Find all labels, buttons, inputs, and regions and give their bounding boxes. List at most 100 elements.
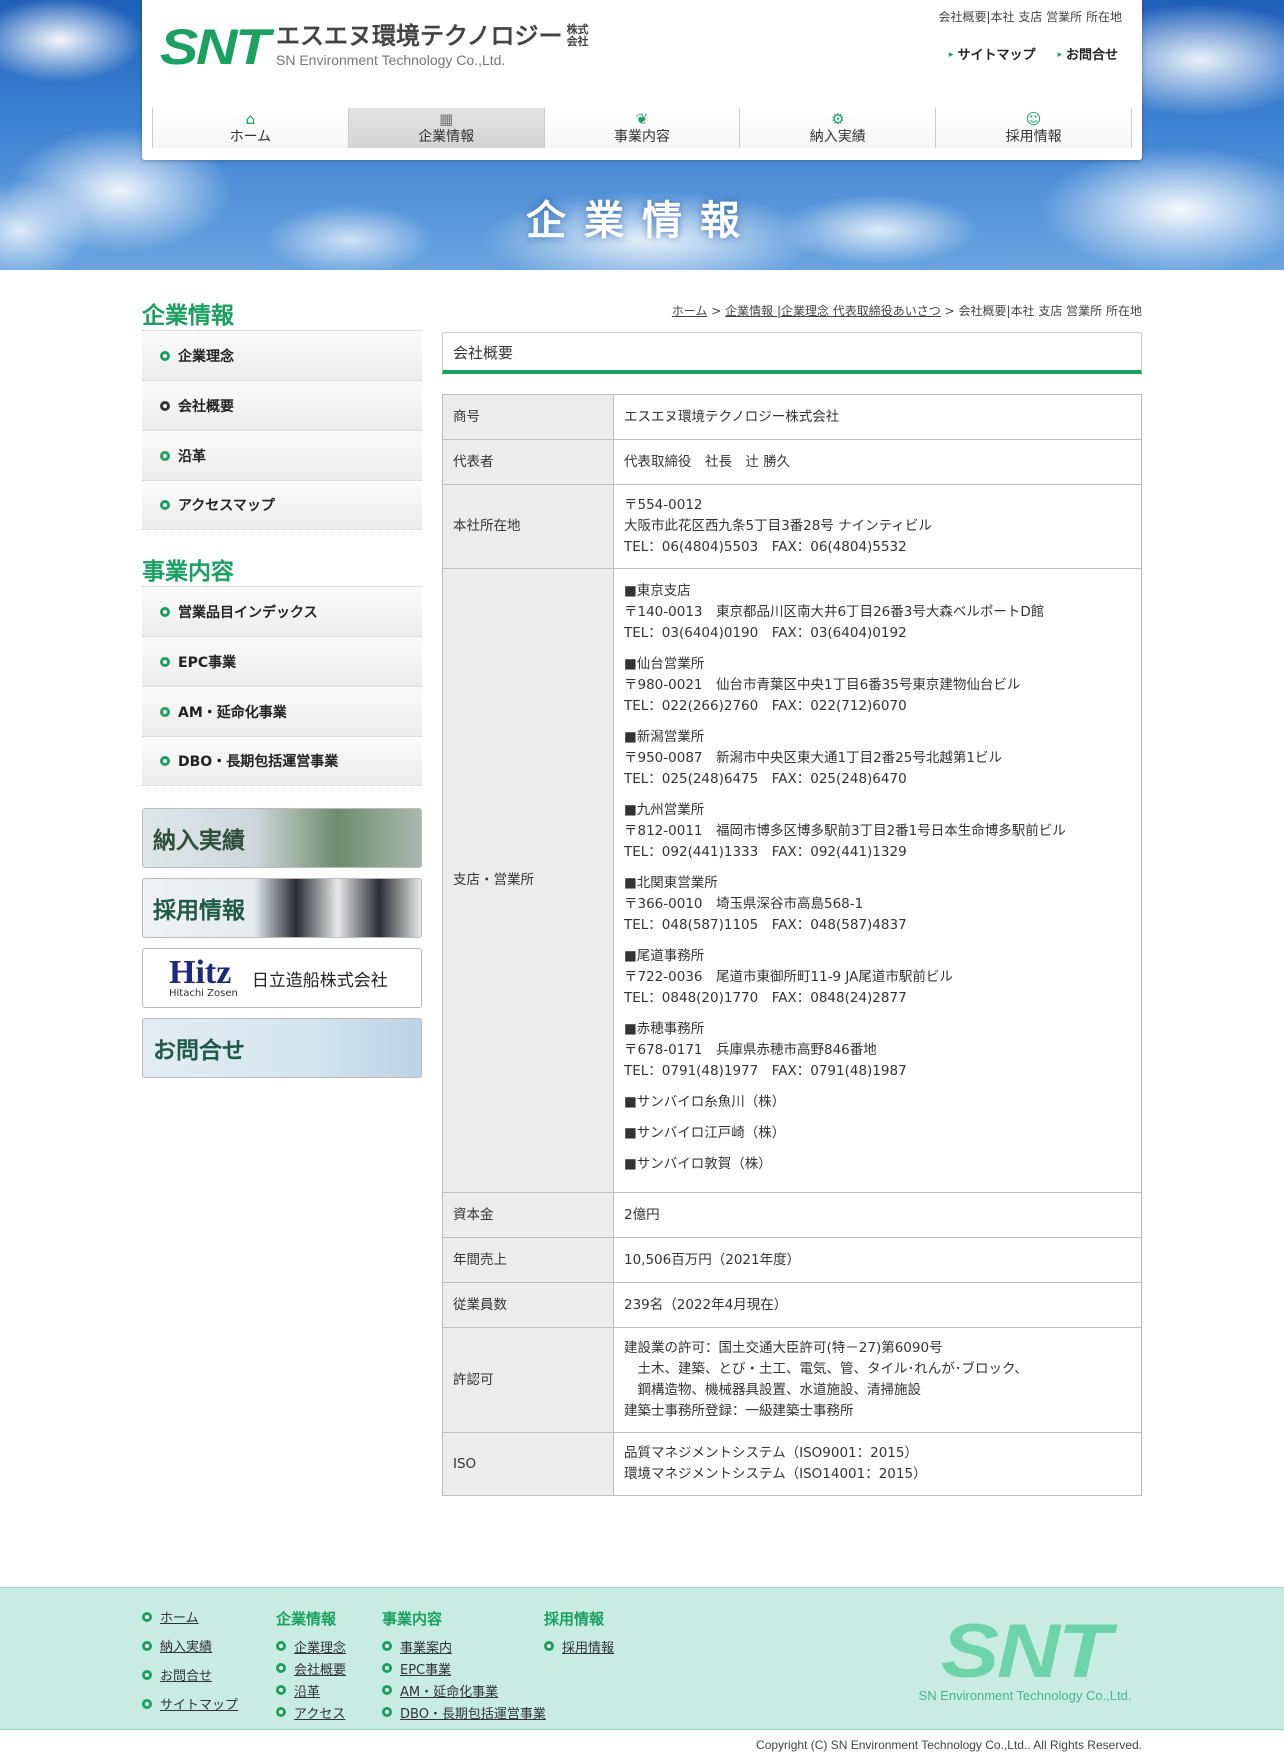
sidebar-item-label: DBO・長期包括運営事業 [178, 754, 339, 770]
footer-link-history[interactable]: 沿革 [294, 1681, 320, 1700]
branch-block: ■赤穂事務所 〒678-0171 兵庫県赤穂市高野846番地 TEL：0791(48… [624, 1019, 1131, 1082]
branch-block: ■尾道事務所 〒722-0036 尾道市東御所町11-9 JA尾道市駅前ビル TEL… [624, 946, 1131, 1009]
gear-icon: ⚙ [831, 110, 845, 128]
bullet-icon [160, 350, 170, 361]
gnav-label: 納入実績 [809, 129, 866, 145]
bullet-icon [142, 1669, 152, 1680]
breadcrumb-separator: > [707, 304, 726, 318]
breadcrumb-company[interactable]: 企業情報 |企業理念 代表取締役あいさつ [725, 304, 941, 318]
license-line: 土木、建築、とび・土工、電気、管、タイル･れんが･ブロック、 [624, 1361, 1028, 1377]
footer-link-dbo[interactable]: DBO・長期包括運営事業 [400, 1703, 546, 1722]
logo-mark: SNT [160, 19, 270, 75]
site-footer: ホーム 納入実績 お問合せ サイトマップ 企業情報 企業理念 会社概要 沿革 ア… [0, 1587, 1284, 1729]
site-logo[interactable]: SNT エスエヌ環境テクノロジー 株式会社 SN Environment Tech… [160, 22, 593, 72]
breadcrumb-separator: > [940, 304, 959, 318]
contact-banner[interactable]: お問合せ [142, 1018, 422, 1078]
branch-address: 〒366-0010 埼玉県深谷市高島568-1 [624, 895, 864, 912]
bullet-icon [160, 756, 170, 766]
footer-col-business: 事業内容 事業案内 EPC事業 AM・延命化事業 DBO・長期包括運営事業 [382, 1608, 546, 1723]
contact-link[interactable]: お問合せ [1057, 44, 1118, 63]
branch-address: 〒950-0087 新潟市中央区東大通1丁目2番25号北越第1ビル [624, 749, 1002, 766]
bullet-icon [382, 1685, 392, 1695]
affiliate-item: ■サンバイロ糸魚川（株） [624, 1093, 786, 1110]
row-value: 品質マネジメントシステム（ISO9001：2015） 環境マネジメントシステム（… [613, 1432, 1142, 1496]
delivery-results-banner[interactable]: 納入実績 [142, 808, 422, 868]
footer-logo[interactable]: SNT SN Environment Technology Co.,Ltd. [908, 1614, 1142, 1704]
hitachi-zosen-banner[interactable]: Hitz Hitachi Zosen 日立造船株式会社 [142, 948, 422, 1008]
row-value: 建設業の許可：国土交通大臣許可(特－27)第6090号 土木、建築、とび・土工、… [613, 1327, 1142, 1433]
sidebar-item-epc[interactable]: EPC事業 [142, 636, 422, 686]
footer-col-main: ホーム 納入実績 お問合せ サイトマップ [142, 1602, 238, 1718]
table-row: 年間売上 10,506百万円（2021年度） [442, 1237, 1142, 1283]
table-row: 本社所在地 〒554-0012 大阪市此花区西九条5丁目3番28号 ナインティビ… [442, 484, 1142, 569]
copyright: Copyright (C) SN Environment Technology … [0, 1729, 1284, 1759]
sidebar-item-label: AM・延命化事業 [178, 704, 287, 721]
footer-link-philosophy[interactable]: 企業理念 [294, 1637, 346, 1656]
footer-link-results[interactable]: 納入実績 [160, 1636, 212, 1655]
branch-name: ■赤穂事務所 [624, 1020, 705, 1037]
sidebar-item-am[interactable]: AM・延命化事業 [142, 686, 422, 736]
footer-link-home[interactable]: ホーム [160, 1607, 199, 1626]
footer-link-recruit[interactable]: 採用情報 [562, 1637, 614, 1656]
sidebar-item-overview[interactable]: 会社概要 [142, 380, 422, 430]
hitz-logo: Hitz [169, 953, 232, 991]
sidebar-item-philosophy[interactable]: 企業理念 [142, 330, 422, 380]
gnav-home[interactable]: ⌂ ホーム [152, 108, 348, 148]
branch-name: ■仙台営業所 [624, 655, 705, 672]
footer-link-epc[interactable]: EPC事業 [400, 1659, 451, 1678]
footer-link-overview[interactable]: 会社概要 [294, 1659, 346, 1678]
recruit-banner[interactable]: 採用情報 [142, 878, 422, 938]
row-key: 支店・営業所 [442, 568, 614, 1193]
branch-phone: TEL：048(587)1105 FAX：048(587)4837 [624, 916, 907, 933]
sidebar-item-dbo[interactable]: DBO・長期包括運営事業 [142, 736, 422, 786]
branch-name: ■尾道事務所 [624, 947, 705, 964]
row-key: 従業員数 [442, 1282, 614, 1328]
branch-address: 〒812-0011 福岡市博多区博多駅前3丁目2番1号日本生命博多駅前ビル [624, 822, 1066, 839]
gnav-results[interactable]: ⚙ 納入実績 [739, 108, 936, 148]
row-value: エスエヌ環境テクノロジー株式会社 [613, 394, 1142, 440]
iso-line: 環境マネジメントシステム（ISO14001：2015） [624, 1466, 927, 1482]
row-key: 資本金 [442, 1192, 614, 1238]
hero-title: 企業情報 [526, 197, 758, 244]
sitemap-link[interactable]: サイトマップ [949, 44, 1035, 63]
branch-block: ■東京支店 〒140-0013 東京都品川区南大井6丁目26番3号大森ベルポートD… [624, 581, 1131, 644]
row-key: 商号 [442, 394, 614, 440]
sidebar-heading-business: 事業内容 [142, 559, 234, 585]
gnav-recruit[interactable]: ☺ 採用情報 [935, 108, 1132, 148]
row-key: 代表者 [442, 439, 614, 485]
bullet-icon [160, 606, 170, 617]
footer-link-contact[interactable]: お問合せ [160, 1665, 212, 1684]
home-icon: ⌂ [245, 110, 256, 128]
company-info-table: 商号 エスエヌ環境テクノロジー株式会社 代表者 代表取締役 社長 辻 勝久 本社… [442, 394, 1142, 1496]
footer-link-access[interactable]: アクセス [294, 1703, 345, 1722]
row-key: ISO [442, 1432, 614, 1496]
utility-links: サイトマップ お問合せ [949, 44, 1118, 63]
breadcrumb-home[interactable]: ホーム [672, 304, 708, 318]
gnav-company[interactable]: ▦ 企業情報 [347, 108, 544, 148]
sidebar-item-label: 営業品目インデックス [178, 604, 318, 621]
footer-heading: 企業情報 [276, 1610, 337, 1628]
sidebar-item-access[interactable]: アクセスマップ [142, 480, 422, 530]
logo-kabushiki: 株式会社 [566, 23, 589, 48]
hitz-logo-sub: Hitachi Zosen [169, 987, 238, 999]
footer-link-sitemap[interactable]: サイトマップ [160, 1694, 238, 1713]
bullet-icon [276, 1641, 286, 1651]
breadcrumb: ホーム > 企業情報 |企業理念 代表取締役あいさつ > 会社概要|本社 支店 … [442, 296, 1142, 332]
sidebar-item-history[interactable]: 沿革 [142, 430, 422, 480]
license-line: 鋼構造物、機械器具設置、水道施設、清掃施設 [624, 1382, 921, 1398]
bullet-icon [142, 1640, 152, 1651]
hero-banner: SNT エスエヌ環境テクノロジー 株式会社 SN Environment Tech… [0, 0, 1284, 270]
footer-heading: 採用情報 [544, 1610, 605, 1628]
table-row: ISO 品質マネジメントシステム（ISO9001：2015） 環境マネジメントシ… [442, 1432, 1142, 1496]
sidebar-item-products[interactable]: 営業品目インデックス [142, 586, 422, 636]
sidebar-item-label: 沿革 [178, 448, 206, 465]
footer-link-business-guide[interactable]: 事業案内 [400, 1637, 452, 1656]
license-line: 建築士事務所登録：一級建築士事務所 [624, 1403, 854, 1419]
branch-name: ■九州営業所 [624, 801, 705, 818]
section-title: 会社概要 [442, 332, 1142, 374]
footer-col-recruit: 採用情報 採用情報 [544, 1608, 614, 1657]
hq-phone: TEL：06(4804)5503 FAX：06(4804)5532 [624, 539, 907, 555]
affiliate-item: ■サンバイロ敦賀（株） [624, 1155, 772, 1172]
gnav-business[interactable]: ❦ 事業内容 [543, 108, 740, 148]
footer-link-am[interactable]: AM・延命化事業 [400, 1681, 498, 1700]
